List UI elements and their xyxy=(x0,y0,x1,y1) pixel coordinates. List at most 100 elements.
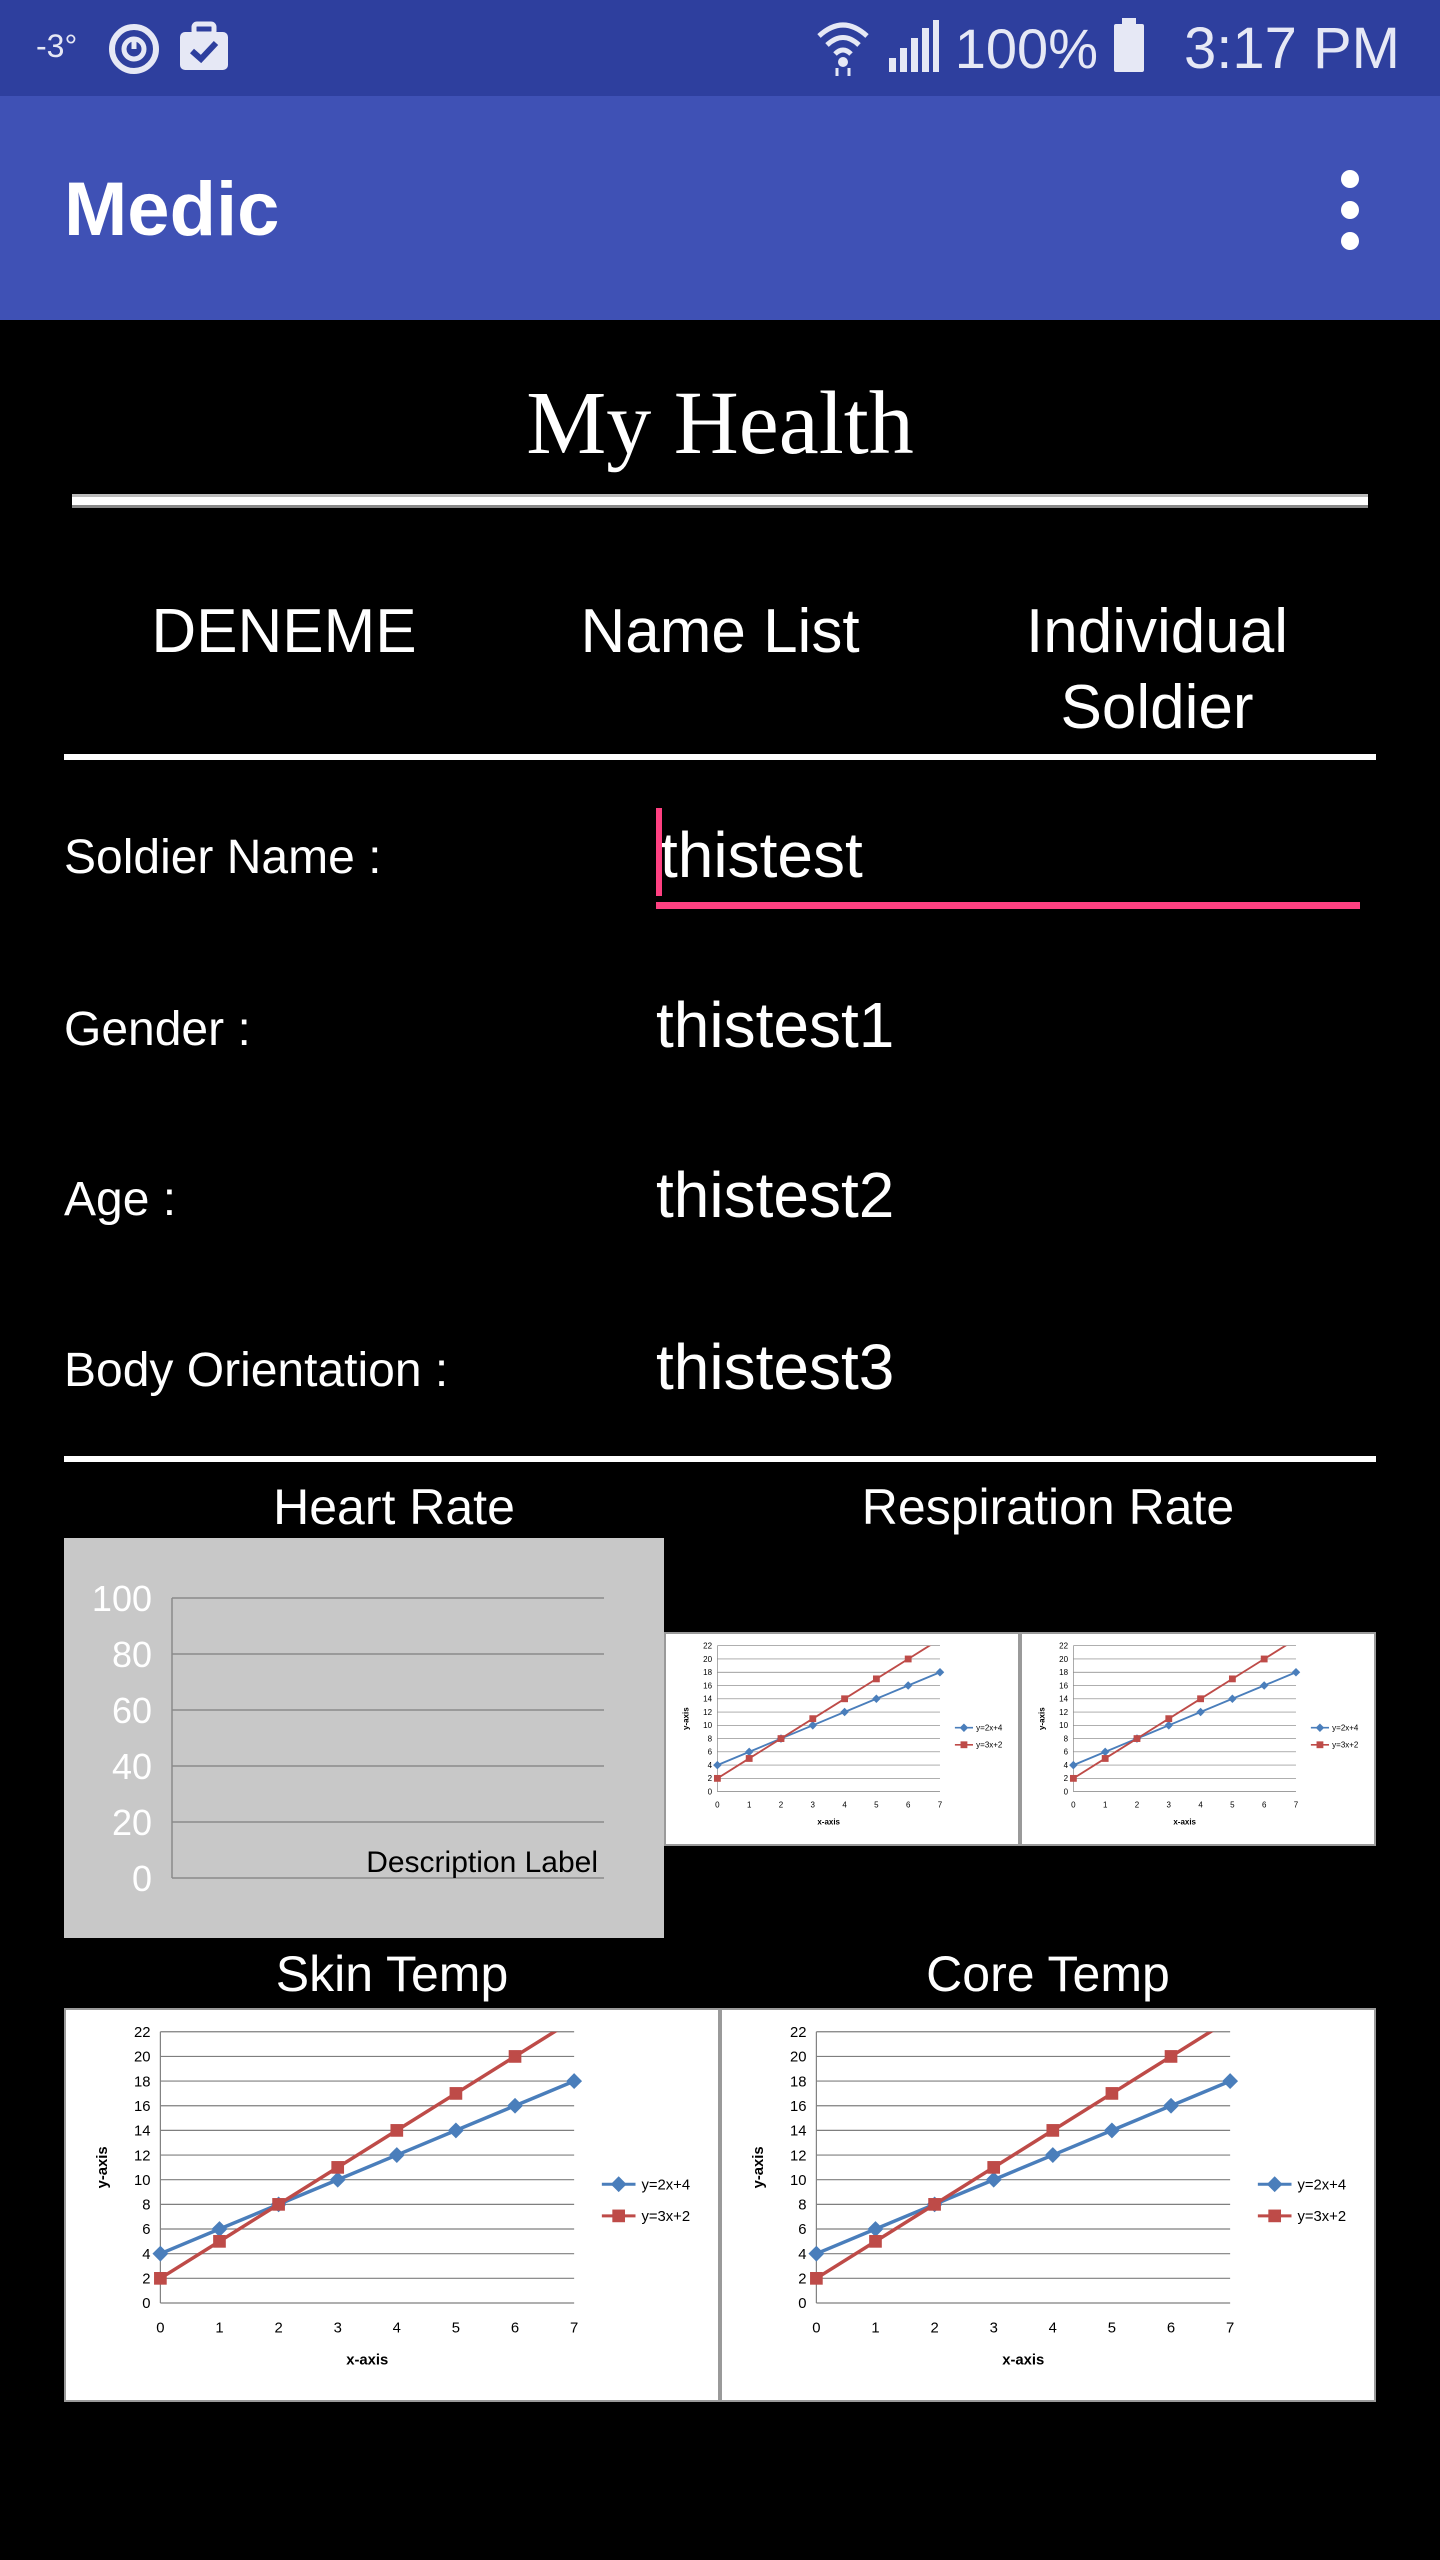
y-tick-label: 12 xyxy=(1059,1708,1068,1717)
y-tick-label: 12 xyxy=(790,2148,807,2164)
data-point xyxy=(1069,1774,1077,1782)
hr-y-tick-label: 100 xyxy=(92,1578,152,1619)
data-point xyxy=(867,2221,884,2237)
data-point xyxy=(449,2087,463,2100)
x-tick-label: 2 xyxy=(779,1801,784,1810)
data-point xyxy=(1165,1715,1173,1723)
data-point xyxy=(390,2124,404,2137)
data-point xyxy=(840,1707,849,1717)
age-label: Age : xyxy=(64,1173,177,1226)
x-axis-label: x-axis xyxy=(817,1818,840,1827)
data-point xyxy=(1133,1735,1141,1742)
page-title: My Health xyxy=(526,374,914,473)
data-point xyxy=(810,2272,823,2285)
x-tick-label: 6 xyxy=(1262,1801,1267,1810)
data-point xyxy=(777,1735,785,1742)
data-point xyxy=(841,1695,848,1703)
gender-value: thistest1 xyxy=(656,989,895,1061)
y-tick-label: 2 xyxy=(708,1774,713,1783)
data-point xyxy=(1164,1721,1174,1730)
respiration-chart-2: 0 2 4 6 8 10 12 14 16 18 20 22 0 1 2 3 4 5 6 7 x-axis y-axis y… xyxy=(1020,1632,1376,1846)
data-point xyxy=(329,2171,346,2188)
data-point xyxy=(1044,2147,1061,2163)
soldier-name-input[interactable] xyxy=(656,800,1362,910)
x-tick-label: 4 xyxy=(393,2321,401,2337)
legend-marker xyxy=(1268,2209,1282,2223)
y-tick-label: 0 xyxy=(142,2296,150,2312)
data-point xyxy=(809,1715,817,1723)
y-tick-label: 0 xyxy=(798,2296,806,2312)
data-point xyxy=(1101,1755,1109,1762)
legend-marker xyxy=(960,1741,968,1749)
battery-percent: 100% xyxy=(954,16,1098,80)
y-tick-label: 22 xyxy=(790,2025,807,2041)
age-value: thistest2 xyxy=(656,1159,895,1231)
tab-individual-soldier[interactable]: Individual Soldier xyxy=(960,594,1354,746)
tab-name-list[interactable]: Name List xyxy=(504,594,936,670)
x-tick-label: 0 xyxy=(715,1801,720,1810)
hr-y-tick-label: 0 xyxy=(132,1858,152,1899)
data-point xyxy=(985,2171,1002,2188)
data-point xyxy=(154,2272,167,2285)
more-vert-icon[interactable] xyxy=(1330,170,1370,250)
data-point xyxy=(872,1694,881,1704)
y-tick-label: 14 xyxy=(790,2124,807,2140)
x-tick-label: 1 xyxy=(871,2321,879,2337)
y-tick-label: 14 xyxy=(134,2124,151,2140)
data-point xyxy=(1196,1707,1205,1717)
data-point xyxy=(272,2198,285,2211)
hr-y-tick-label: 60 xyxy=(112,1690,152,1731)
heart-rate-chart: 100 80 60 40 20 0 Description Label xyxy=(64,1538,664,1938)
x-tick-label: 6 xyxy=(511,2321,519,2337)
data-point xyxy=(744,1747,754,1757)
x-tick-label: 1 xyxy=(215,2321,223,2337)
data-point xyxy=(1259,1681,1269,1690)
y-tick-label: 8 xyxy=(142,2198,150,2214)
legend-label: y=2x+4 xyxy=(641,2177,690,2193)
y-tick-label: 18 xyxy=(1059,1668,1068,1677)
data-point xyxy=(1105,2087,1119,2100)
hr-y-tick-label: 40 xyxy=(112,1746,152,1787)
core-temp-chart-plot: 02468101214161820220 1 2 3 4 5 6 7x-axisy-axis y… xyxy=(751,2025,1346,2368)
wifi-icon xyxy=(815,16,871,81)
y-tick-label: 2 xyxy=(142,2272,150,2288)
data-point xyxy=(987,2161,1001,2174)
respiration-chart-1: 0 2 4 6 8 10 12 14 16 18 20 22 0 1 2 3 4 5 6 7 x-axis y-axis y… xyxy=(664,1632,1020,1846)
y-tick-label: 6 xyxy=(1064,1748,1069,1757)
x-tick-label: 0 xyxy=(812,2321,820,2337)
y-tick-label: 12 xyxy=(703,1708,712,1717)
legend-label: y=3x+2 xyxy=(976,1741,1003,1750)
body-orientation-value: thistest3 xyxy=(656,1331,895,1403)
tab-deneme[interactable]: DENEME xyxy=(64,594,504,670)
y-tick-label: 6 xyxy=(142,2222,150,2238)
hr-y-tick-label: 20 xyxy=(112,1802,152,1843)
y-tick-label: 16 xyxy=(790,2099,807,2115)
gender-label: Gender : xyxy=(64,1003,251,1056)
legend-marker xyxy=(610,2176,627,2193)
y-tick-label: 18 xyxy=(703,1668,712,1677)
legend-marker xyxy=(612,2209,626,2223)
x-tick-label: 0 xyxy=(1071,1801,1076,1810)
text-cursor xyxy=(656,808,662,896)
y-tick-label: 4 xyxy=(798,2247,806,2263)
x-tick-label: 2 xyxy=(274,2321,282,2337)
heart-rate-title: Heart Rate xyxy=(273,1479,515,1535)
hr-description-label: Description Label xyxy=(366,1846,598,1879)
y-tick-label: 14 xyxy=(1059,1695,1068,1704)
y-tick-label: 6 xyxy=(798,2222,806,2238)
x-tick-label: 4 xyxy=(1198,1801,1203,1810)
y-tick-label: 8 xyxy=(708,1734,713,1743)
y-tick-label: 4 xyxy=(708,1761,713,1770)
y-tick-label: 10 xyxy=(1059,1721,1068,1730)
body-orientation-label: Body Orientation : xyxy=(64,1344,449,1397)
section-divider xyxy=(64,1456,1376,1462)
y-tick-label: 10 xyxy=(790,2173,807,2189)
x-axis-label: x-axis xyxy=(1173,1818,1196,1827)
y-axis-label: y-axis xyxy=(95,2146,111,2188)
tabs-divider xyxy=(64,754,1376,760)
briefcase-check-icon xyxy=(176,18,232,83)
y-axis-label: y-axis xyxy=(1038,1707,1047,1730)
app-title: Medic xyxy=(64,167,280,252)
y-tick-label: 10 xyxy=(703,1721,712,1730)
data-point xyxy=(1069,1760,1078,1770)
